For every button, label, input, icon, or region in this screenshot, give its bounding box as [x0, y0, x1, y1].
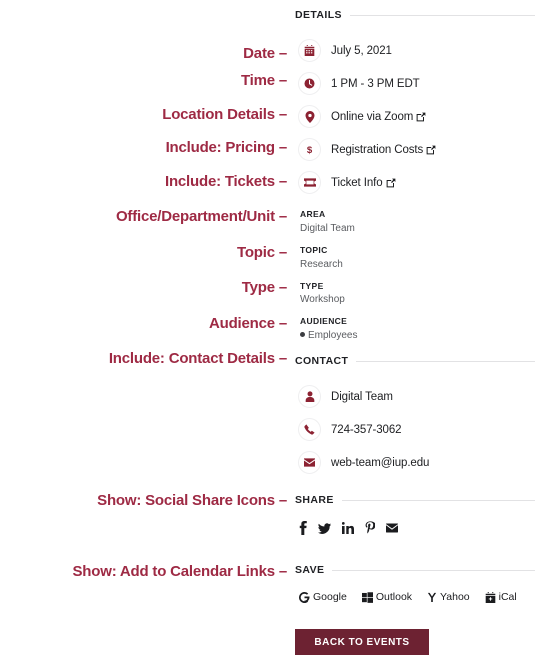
annotation-time: Time –: [240, 72, 287, 89]
event-sidebar-panel: DETAILS July 5, 2021 1 PM - 3 PM EDT Onl…: [295, 0, 542, 665]
annotation-type: Type –: [241, 279, 287, 296]
heading-rule: [349, 14, 535, 16]
contact-name-value: Digital Team: [331, 390, 393, 403]
contact-row-name: Digital Team: [298, 380, 429, 413]
save-link-yahoo[interactable]: Yahoo: [427, 591, 470, 603]
share-heading-text: SHARE: [295, 494, 334, 506]
facebook-icon[interactable]: [299, 521, 307, 535]
meta-block-topic: TOPIC Research: [300, 244, 535, 272]
detail-date-value: July 5, 2021: [331, 44, 392, 57]
external-link-icon: [416, 112, 426, 122]
detail-row-date: July 5, 2021: [298, 34, 436, 67]
email-icon[interactable]: [386, 523, 398, 533]
annotation-office-department-unit: Office/Department/Unit –: [115, 208, 287, 225]
save-heading-text: SAVE: [295, 564, 325, 576]
save-link-yahoo-label: Yahoo: [440, 591, 470, 603]
detail-tickets-value: Ticket Info: [331, 176, 383, 189]
meta-label-topic: TOPIC: [300, 244, 328, 255]
twitter-icon[interactable]: [318, 522, 331, 534]
detail-location-value: Online via Zoom: [331, 110, 414, 123]
external-link-icon: [386, 178, 396, 188]
contact-row-email[interactable]: web-team@iup.edu: [298, 446, 429, 479]
google-icon: [299, 591, 310, 603]
contact-section-heading: CONTACT: [295, 355, 535, 367]
save-links-row: Google Outlook Yahoo iCal: [299, 591, 517, 603]
save-link-google[interactable]: Google: [299, 591, 347, 603]
save-link-outlook[interactable]: Outlook: [361, 591, 413, 603]
svg-text:$: $: [307, 145, 313, 155]
meta-value-topic: Research: [300, 258, 343, 270]
external-link-icon: [426, 145, 436, 155]
save-section-heading: SAVE: [295, 564, 535, 576]
heading-rule: [332, 569, 535, 571]
dollar-sign-icon: $: [298, 138, 321, 161]
contact-name-text: Digital Team: [331, 391, 393, 403]
meta-label-area: AREA: [300, 209, 326, 219]
contact-heading-text: CONTACT: [295, 355, 349, 367]
details-list: July 5, 2021 1 PM - 3 PM EDT Online via …: [298, 34, 436, 199]
meta-block-type: TYPE Workshop: [300, 280, 535, 308]
bullet-icon: [300, 332, 305, 337]
contact-phone-value: 724-357-3062: [331, 423, 402, 436]
share-section-heading: SHARE: [295, 494, 535, 506]
annotation-audience: Audience –: [208, 315, 287, 332]
detail-row-time: 1 PM - 3 PM EDT: [298, 67, 436, 100]
detail-pricing-value: Registration Costs: [331, 143, 424, 156]
calendar-icon: [298, 39, 321, 62]
save-link-outlook-label: Outlook: [375, 591, 413, 603]
person-icon: [298, 385, 321, 408]
detail-location-text[interactable]: Online via Zoom: [331, 111, 426, 123]
contact-phone-text: 724-357-3062: [331, 423, 402, 436]
share-icons-row: [299, 521, 398, 535]
meta-value-area: Digital Team: [300, 222, 355, 234]
meta-list: AREA Digital Team TOPIC Research TYPE Wo…: [300, 208, 535, 351]
save-link-google-label: Google: [313, 591, 347, 603]
meta-value-type: Workshop: [300, 294, 345, 306]
ticket-icon: [298, 171, 321, 194]
contact-list: Digital Team 724-357-3062 web-team@iup.e…: [298, 380, 429, 479]
back-to-events-button[interactable]: BACK TO EVENTS: [295, 629, 429, 655]
detail-time-value: 1 PM - 3 PM EDT: [331, 77, 420, 90]
pinterest-icon[interactable]: [365, 521, 375, 535]
save-link-ical[interactable]: iCal: [485, 591, 517, 603]
detail-pricing-text[interactable]: Registration Costs: [331, 144, 436, 156]
annotation-show-social-share-icons: Show: Social Share Icons –: [97, 492, 287, 509]
heading-rule: [341, 499, 535, 501]
linkedin-icon[interactable]: [342, 522, 354, 534]
annotation-include-tickets: Include: Tickets –: [164, 173, 287, 190]
meta-block-audience: AUDIENCE Employees: [300, 315, 535, 343]
annotation-show-add-to-calendar: Show: Add to Calendar Links –: [72, 563, 288, 580]
envelope-icon: [298, 451, 321, 474]
contact-email-value: web-team@iup.edu: [331, 456, 430, 469]
contact-row-phone[interactable]: 724-357-3062: [298, 413, 429, 446]
annotation-column: Date – Time – Location Details – Include…: [0, 0, 288, 665]
annotation-location-details: Location Details –: [162, 106, 287, 123]
meta-label-type: TYPE: [300, 280, 324, 291]
calendar-plus-icon: [485, 591, 496, 603]
detail-row-location: Online via Zoom: [298, 100, 436, 133]
contact-email-text: web-team@iup.edu: [331, 457, 429, 469]
clock-icon: [298, 72, 321, 95]
heading-rule: [356, 360, 535, 362]
details-heading-text: DETAILS: [295, 9, 342, 21]
yahoo-icon: [427, 592, 437, 603]
detail-tickets-text[interactable]: Ticket Info: [331, 177, 396, 189]
annotation-include-pricing: Include: Pricing –: [165, 139, 288, 156]
detail-date-text: July 5, 2021: [331, 45, 392, 57]
detail-time-text: 1 PM - 3 PM EDT: [331, 78, 420, 90]
detail-row-pricing: $ Registration Costs: [298, 133, 436, 166]
meta-value-audience: Employees: [308, 330, 358, 341]
annotation-include-contact-details: Include: Contact Details –: [108, 350, 287, 367]
meta-block-area: AREA Digital Team: [300, 208, 535, 236]
save-link-ical-label: iCal: [498, 591, 517, 603]
phone-icon: [298, 418, 321, 441]
meta-value-audience-row: Employees: [300, 328, 535, 343]
annotation-topic: Topic –: [237, 244, 287, 261]
windows-icon: [361, 591, 373, 603]
meta-label-audience: AUDIENCE: [300, 316, 348, 327]
details-section-heading: DETAILS: [295, 9, 535, 21]
annotation-date: Date –: [243, 45, 287, 62]
map-pin-icon: [298, 105, 321, 128]
detail-row-tickets: Ticket Info: [298, 166, 436, 199]
